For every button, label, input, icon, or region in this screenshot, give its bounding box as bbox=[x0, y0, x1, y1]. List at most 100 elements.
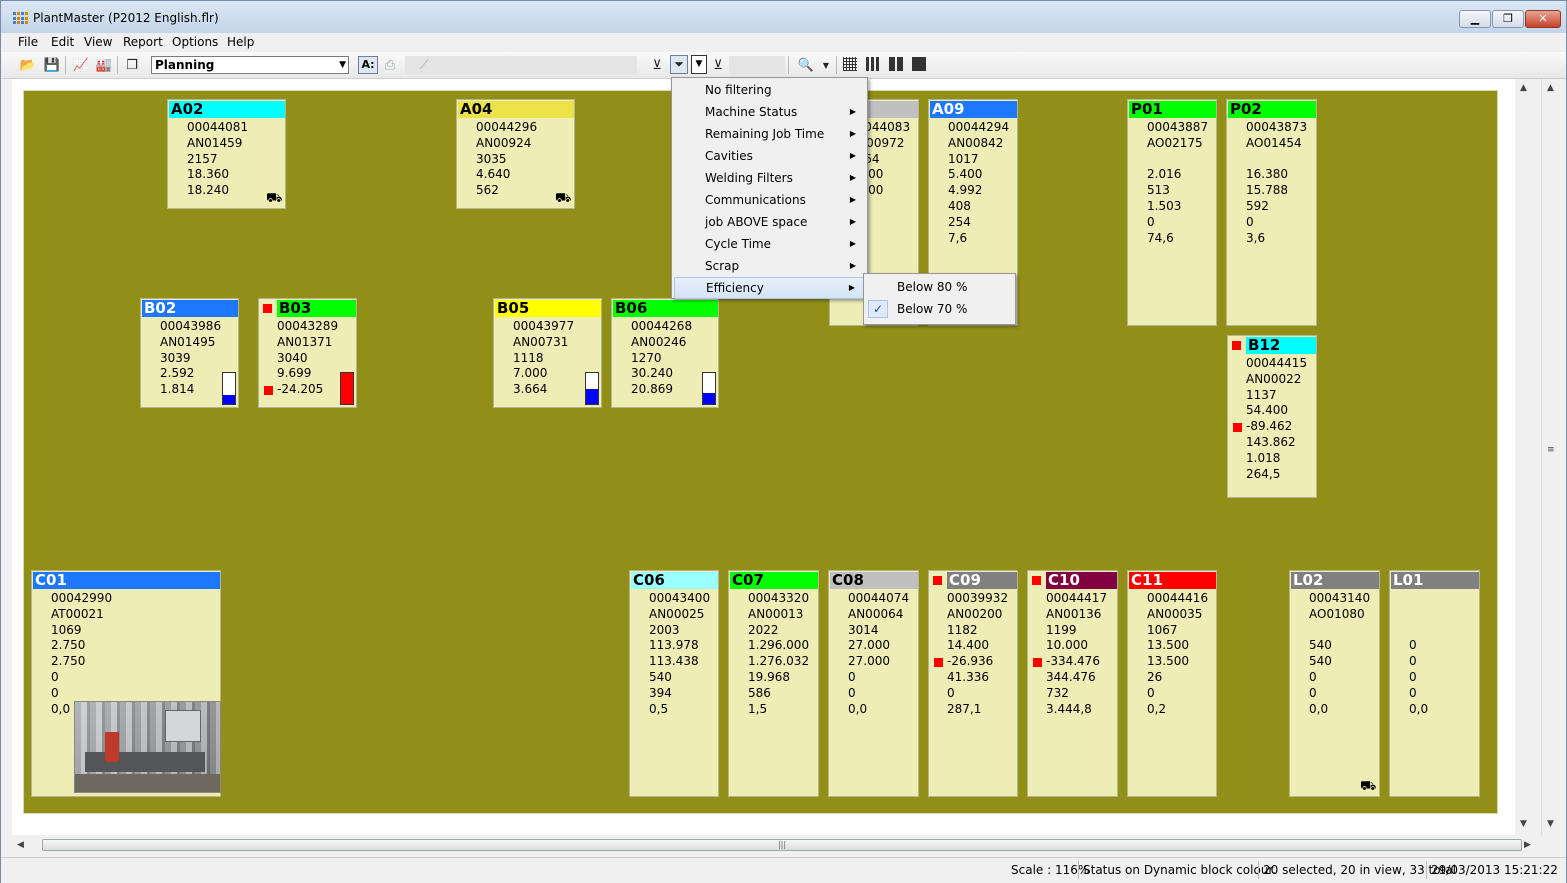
machine-value: 0 bbox=[1409, 638, 1417, 653]
machine-value: 408 bbox=[948, 199, 971, 213]
machine-value: 2022 bbox=[748, 622, 779, 637]
machine-card-b02[interactable]: B02 00043986 AN01495 3039 2.592 1.814 bbox=[140, 298, 239, 408]
machine-card-c11[interactable]: C11 00044416 AN00035 1067 13.500 13.500 26 0 0,2 bbox=[1127, 570, 1217, 797]
filter-dropdown-button[interactable]: ▼ bbox=[691, 55, 707, 74]
machine-value: 0 bbox=[51, 670, 59, 684]
machine-value: 0,2 bbox=[1147, 701, 1167, 716]
zoom-dropdown-icon[interactable]: ▼ bbox=[817, 56, 835, 74]
machine-card-c01[interactable]: C01 00042990 AT00021 1069 2.750 2.750 0 0 0,0 bbox=[31, 570, 221, 797]
machine-card-b03[interactable]: B03 00043289 AN01371 3040 9.699 -24.205 bbox=[258, 298, 357, 408]
machine-value: AN00842 bbox=[948, 135, 1004, 150]
checkmark-icon: ✓ bbox=[868, 300, 888, 318]
toolbar-separator bbox=[836, 56, 837, 74]
submenu-arrow-icon: ▶ bbox=[848, 283, 855, 292]
plant-report-icon[interactable]: 🏭 bbox=[95, 56, 113, 74]
machine-card-c08[interactable]: C08 00044074 AN00064 3014 27.000 27.000 0 0 0,0 bbox=[828, 570, 919, 797]
scroll-grip-icon[interactable]: ≡ bbox=[1547, 445, 1555, 455]
machine-value: AN00246 bbox=[631, 334, 687, 349]
filter-item-welding-filters[interactable]: Welding Filters ▶ bbox=[674, 167, 865, 189]
scroll-left-icon[interactable]: ◀ bbox=[17, 840, 24, 850]
horizontal-scrollbar[interactable]: ◀ ||| ▶ bbox=[12, 837, 1534, 854]
save-icon[interactable]: 💾 bbox=[43, 56, 61, 74]
scroll-down-icon[interactable]: ▼ bbox=[1520, 819, 1527, 829]
machine-value: AN00064 bbox=[848, 606, 904, 621]
machine-value: 540 bbox=[1309, 654, 1332, 669]
grid-large-icon[interactable] bbox=[889, 57, 903, 71]
scroll-up-icon[interactable]: ▲ bbox=[1547, 83, 1554, 93]
menu-options[interactable]: Options bbox=[172, 35, 218, 49]
filter-item-machine-status[interactable]: Machine Status ▶ bbox=[674, 101, 865, 123]
secondary-vertical-scrollbar[interactable]: ▲ ≡ ▼ bbox=[1541, 79, 1561, 835]
menu-report[interactable]: Report bbox=[123, 35, 163, 49]
zoom-icon[interactable]: 🔍 bbox=[797, 56, 815, 74]
machine-card-c10[interactable]: C10 00044417 AN00136 1199 10.000 -334.476 344.… bbox=[1027, 570, 1118, 797]
machine-card-b06[interactable]: B06 00044268 AN00246 1270 30.240 20.869 bbox=[611, 298, 719, 408]
machine-card-p01[interactable]: P01 00043887 AO02175 2.016 513 1.503 0 74,6 bbox=[1127, 99, 1217, 326]
machine-value: 3035 bbox=[476, 151, 507, 166]
filter-clear-icon[interactable]: ⊻ bbox=[648, 56, 666, 74]
filter-item-communications[interactable]: Communications ▶ bbox=[674, 189, 865, 211]
scroll-down-icon[interactable]: ▼ bbox=[1547, 819, 1554, 829]
machine-value: 13.500 bbox=[1147, 638, 1189, 653]
machine-value: AN00025 bbox=[649, 606, 705, 621]
machine-value: AO01080 bbox=[1309, 606, 1365, 621]
horizontal-scroll-thumb[interactable]: ||| bbox=[42, 839, 1522, 851]
view-mode-value: Planning bbox=[155, 58, 215, 72]
machine-card-b05[interactable]: B05 00043977 AN00731 1118 7.000 3.664 bbox=[493, 298, 602, 408]
machine-value: -89.462 bbox=[1246, 419, 1293, 434]
maximize-button[interactable]: ❐ bbox=[1492, 10, 1524, 28]
filter-item-no-filtering[interactable]: No filtering bbox=[674, 79, 865, 101]
filter-item-cavities[interactable]: Cavities ▶ bbox=[674, 145, 865, 167]
scroll-up-icon[interactable]: ▲ bbox=[1520, 83, 1527, 93]
machine-value: AN00731 bbox=[513, 334, 569, 349]
filter-item-remaining-job-time[interactable]: Remaining Job Time ▶ bbox=[674, 123, 865, 145]
filter-item-job-above-space[interactable]: job ABOVE space ▶ bbox=[674, 211, 865, 233]
vertical-scrollbar[interactable]: ▲ ▼ bbox=[1515, 79, 1534, 835]
machine-card-p02[interactable]: P02 00043873 AO01454 16.380 15.788 592 0 3,6 bbox=[1226, 99, 1317, 326]
menu-edit[interactable]: Edit bbox=[51, 35, 74, 49]
text-format-button[interactable]: A: bbox=[358, 56, 378, 74]
alarm-flag-icon bbox=[1232, 341, 1241, 350]
filter-icon[interactable]: ⏷ bbox=[670, 55, 688, 74]
machine-card-l01[interactable]: L01 0 0 0 0 0,0 bbox=[1389, 570, 1480, 797]
efficiency-below-80[interactable]: Below 80 % bbox=[866, 276, 1013, 298]
efficiency-below-70[interactable]: ✓ Below 70 % bbox=[866, 298, 1013, 320]
filter-item-label: Efficiency bbox=[706, 281, 764, 295]
efficiency-gauge bbox=[222, 372, 236, 405]
machine-value: AN00924 bbox=[476, 135, 532, 150]
machine-card-l02[interactable]: L02 00043140 AO01080 540 540 0 0 0,0 ⛟ bbox=[1289, 570, 1380, 797]
machine-value: 586 bbox=[748, 685, 771, 700]
grid-single-icon[interactable] bbox=[912, 57, 926, 71]
machine-card-c06[interactable]: C06 00043400 AN00025 2003 113.978 113.438 540 3… bbox=[629, 570, 719, 797]
machine-value: 2003 bbox=[649, 622, 680, 637]
machine-card-a04[interactable]: A04 00044296 AN00924 3035 4.640 562 ⛟ bbox=[456, 99, 575, 209]
machine-value: 1118 bbox=[513, 350, 544, 365]
grid-medium-icon[interactable] bbox=[866, 57, 880, 71]
machine-value: 14.400 bbox=[947, 638, 989, 653]
machine-value: 00044081 bbox=[187, 120, 249, 134]
grid-fine-icon[interactable] bbox=[843, 57, 857, 71]
machine-value: 394 bbox=[649, 685, 672, 700]
menu-help[interactable]: Help bbox=[227, 35, 254, 49]
machine-card-c07[interactable]: C07 00043320 AN00013 2022 1.296.000 1.276.032… bbox=[728, 570, 819, 797]
filter-item-scrap[interactable]: Scrap ▶ bbox=[674, 255, 865, 277]
machine-value: AN01495 bbox=[160, 334, 216, 349]
menu-file[interactable]: File bbox=[18, 35, 38, 49]
open-folder-icon[interactable]: 📂 bbox=[19, 56, 37, 74]
close-button[interactable]: ✕ bbox=[1525, 10, 1561, 28]
machine-value: 254 bbox=[948, 214, 971, 229]
copy-icon[interactable]: ❐ bbox=[123, 56, 141, 74]
chart-report-icon[interactable]: 📈 bbox=[72, 56, 90, 74]
filter-item-efficiency[interactable]: Efficiency ▶ bbox=[674, 277, 865, 299]
machine-value: 513 bbox=[1147, 183, 1170, 198]
minimize-button[interactable]: ▁ bbox=[1459, 10, 1491, 28]
filter-item-cycle-time[interactable]: Cycle Time ▶ bbox=[674, 233, 865, 255]
machine-value: 2.592 bbox=[160, 366, 195, 381]
filter-sort-icon[interactable]: ⊻ bbox=[709, 56, 727, 74]
scroll-right-icon[interactable]: ▶ bbox=[1524, 840, 1531, 850]
menu-view[interactable]: View bbox=[84, 35, 112, 49]
machine-card-a02[interactable]: A02 00044081 AN01459 2157 18.360 18.240 ⛟ bbox=[167, 99, 286, 209]
machine-card-c09[interactable]: C09 00039932 AN00200 1182 14.400 -26.936 41.33… bbox=[928, 570, 1018, 797]
view-mode-select[interactable]: Planning ▼ bbox=[151, 56, 349, 74]
machine-card-b12[interactable]: B12 00044415 AN00022 1137 54.400 -89.462 143.8… bbox=[1227, 335, 1317, 498]
